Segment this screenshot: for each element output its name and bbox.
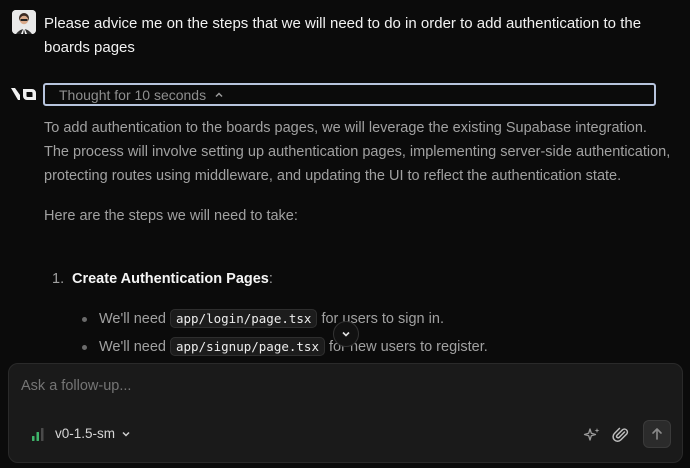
send-button[interactable] bbox=[643, 420, 671, 448]
assistant-answer: To add authentication to the boards page… bbox=[44, 116, 674, 244]
composer: v0-1.5-sm bbox=[8, 363, 683, 463]
code-inline: app/signup/page.tsx bbox=[170, 337, 325, 356]
step-title: Create Authentication Pages bbox=[72, 271, 269, 287]
code-inline: app/login/page.tsx bbox=[170, 309, 318, 328]
arrow-up-icon bbox=[652, 428, 662, 440]
model-label: v0-1.5-sm bbox=[55, 426, 116, 441]
thought-label: Thought for 10 seconds bbox=[59, 86, 207, 103]
paperclip-icon bbox=[612, 427, 629, 442]
avatar bbox=[12, 10, 36, 34]
step-number: 1. bbox=[52, 271, 65, 287]
list-item: We'll need app/login/page.tsx for users to… bbox=[82, 307, 444, 331]
attach-button[interactable] bbox=[610, 424, 632, 446]
scroll-to-bottom-button[interactable] bbox=[333, 321, 359, 347]
v0-logo bbox=[10, 86, 38, 102]
step-suffix: : bbox=[268, 271, 273, 287]
model-selector[interactable]: v0-1.5-sm bbox=[31, 426, 131, 441]
chevron-down-icon bbox=[342, 331, 350, 337]
signal-bars-icon bbox=[32, 427, 44, 441]
sparkles-icon bbox=[583, 428, 600, 441]
user-message-row: Please advice me on the steps that we wi… bbox=[12, 10, 682, 56]
step-item: 1. Create Authentication Pages: bbox=[52, 267, 273, 291]
answer-paragraph: To add authentication to the boards page… bbox=[44, 120, 671, 184]
thought-toggle[interactable]: Thought for 10 seconds bbox=[43, 83, 656, 106]
user-message-text: Please advice me on the steps that we wi… bbox=[44, 15, 642, 56]
bullet-text: We'll need bbox=[99, 339, 166, 355]
bullet-text: We'll need bbox=[99, 311, 166, 327]
answer-paragraph: Here are the steps we will need to take: bbox=[44, 208, 298, 224]
enhance-prompt-button[interactable] bbox=[581, 424, 603, 446]
follow-up-input[interactable] bbox=[21, 378, 621, 394]
list-item: We'll need app/signup/page.tsx for new use… bbox=[82, 335, 488, 359]
bullet-dot bbox=[82, 316, 87, 322]
chevron-up-icon bbox=[215, 91, 223, 97]
chevron-down-icon bbox=[122, 431, 130, 437]
bullet-dot bbox=[82, 344, 87, 350]
